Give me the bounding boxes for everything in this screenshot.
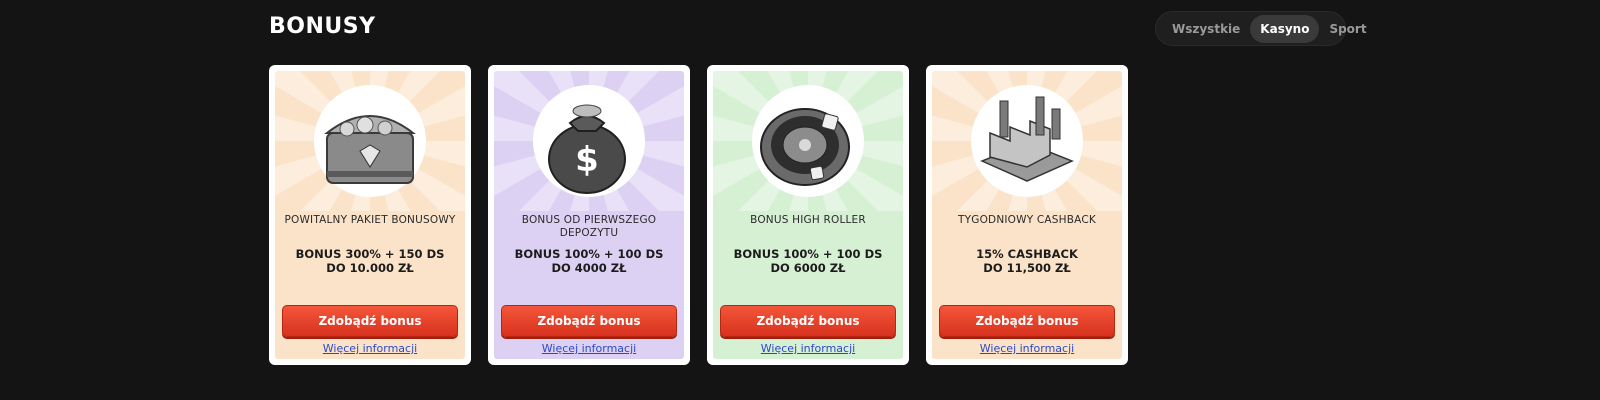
card-body: BONUS HIGH ROLLER BONUS 100% + 100 DS DO… xyxy=(713,71,903,359)
tab-sport[interactable]: Sport xyxy=(1319,15,1376,43)
card-offer: 15% CASHBACK DO 11,500 ZŁ xyxy=(938,247,1116,275)
bonus-card-welcome: POWITALNY PAKIET BONUSOWY BONUS 300% + 1… xyxy=(269,65,471,365)
filter-tabs: Wszystkie Kasyno Sport xyxy=(1155,11,1367,46)
card-title: BONUS HIGH ROLLER xyxy=(750,214,866,226)
offer-line-1: BONUS 300% + 150 DS xyxy=(295,247,445,261)
offer-line-2: DO 10.000 ZŁ xyxy=(326,261,414,275)
claim-bonus-button[interactable]: Zdobądź bonus xyxy=(501,305,677,337)
page-title: BONUSY xyxy=(269,14,376,39)
offer-line-1: BONUS 100% + 100 DS xyxy=(733,247,883,261)
bonus-card-high-roller: BONUS HIGH ROLLER BONUS 100% + 100 DS DO… xyxy=(707,65,909,365)
offer-line-2: DO 6000 ZŁ xyxy=(770,261,846,275)
more-info-link[interactable]: Więcej informacji xyxy=(932,342,1122,355)
money-bag-icon: $ xyxy=(494,71,684,211)
roulette-wheel-icon xyxy=(713,71,903,211)
card-body: $ BONUS OD PIERWSZEGO DEPOZYTU BONUS 100… xyxy=(494,71,684,359)
offer-line-2: DO 4000 ZŁ xyxy=(551,261,627,275)
card-title: BONUS OD PIERWSZEGO DEPOZYTU xyxy=(521,214,657,239)
more-info-link[interactable]: Więcej informacji xyxy=(275,342,465,355)
tab-all[interactable]: Wszystkie xyxy=(1162,15,1250,43)
card-body: TYGODNIOWY CASHBACK 15% CASHBACK DO 11,5… xyxy=(932,71,1122,359)
card-art: $ xyxy=(494,71,684,211)
more-info-link[interactable]: Więcej informacji xyxy=(713,342,903,355)
claim-bonus-button[interactable]: Zdobądź bonus xyxy=(720,305,896,337)
card-offer: BONUS 100% + 100 DS DO 4000 ZŁ xyxy=(500,247,678,275)
svg-text:$: $ xyxy=(575,140,599,180)
offer-line-1: BONUS 100% + 100 DS xyxy=(514,247,664,261)
card-art xyxy=(275,71,465,211)
card-title: POWITALNY PAKIET BONUSOWY xyxy=(284,214,456,226)
offer-line-1: 15% CASHBACK xyxy=(976,247,1078,261)
treasure-chest-icon xyxy=(275,71,465,211)
card-offer: BONUS 100% + 100 DS DO 6000 ZŁ xyxy=(719,247,897,275)
card-offer: BONUS 300% + 150 DS DO 10.000 ZŁ xyxy=(281,247,459,275)
offer-line-2: DO 11,500 ZŁ xyxy=(983,261,1071,275)
more-info-link[interactable]: Więcej informacji xyxy=(494,342,684,355)
card-body: POWITALNY PAKIET BONUSOWY BONUS 300% + 1… xyxy=(275,71,465,359)
claim-bonus-button[interactable]: Zdobądź bonus xyxy=(282,305,458,337)
bonus-card-cashback: TYGODNIOWY CASHBACK 15% CASHBACK DO 11,5… xyxy=(926,65,1128,365)
claim-bonus-button[interactable]: Zdobądź bonus xyxy=(939,305,1115,337)
tab-casino[interactable]: Kasyno xyxy=(1250,14,1320,43)
card-art xyxy=(932,71,1122,211)
bonus-card-first-deposit: $ BONUS OD PIERWSZEGO DEPOZYTU BONUS 100… xyxy=(488,65,690,365)
factory-icon xyxy=(932,71,1122,211)
card-art xyxy=(713,71,903,211)
card-title: TYGODNIOWY CASHBACK xyxy=(958,214,1096,226)
